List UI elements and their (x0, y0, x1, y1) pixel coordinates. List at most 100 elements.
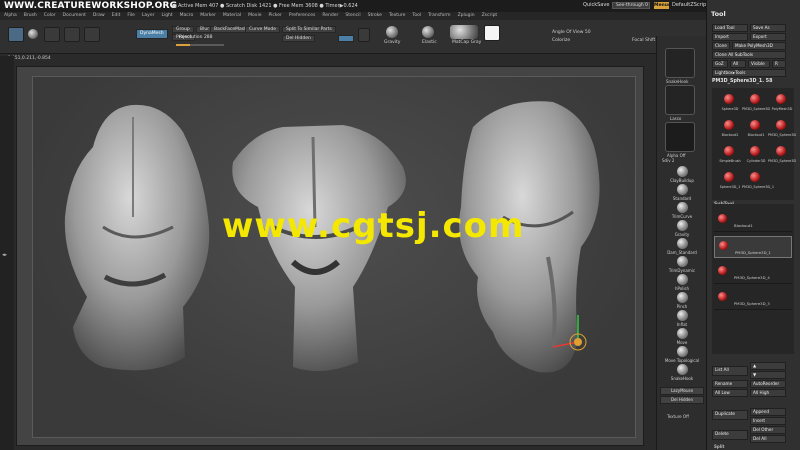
rotate-mode-button[interactable] (84, 27, 100, 42)
elastic-icon[interactable] (422, 26, 434, 38)
menu-item-marker[interactable]: Marker (200, 13, 216, 18)
move-mode-button[interactable] (44, 27, 60, 42)
dynamesh-button[interactable]: DynaMesh (136, 29, 168, 39)
move-up-button[interactable]: ▲ (750, 362, 786, 370)
menu-item-render[interactable]: Render (322, 13, 338, 18)
rename-button[interactable]: Rename (712, 380, 748, 388)
load-tool-button[interactable]: Load Tool (712, 24, 748, 32)
menu-item-stroke[interactable]: Stroke (368, 13, 382, 18)
menu-item-draw[interactable]: Draw (93, 13, 105, 18)
brush-move-topological[interactable]: Move Topological (660, 346, 704, 363)
brush-dam_standard[interactable]: Dam_Standard (660, 238, 704, 255)
goz-all-button[interactable]: All (730, 60, 746, 68)
all-high-button[interactable]: All High (750, 389, 786, 397)
tool-thumbnail[interactable]: PolyMesh3D (772, 94, 792, 111)
alpha-slot[interactable] (665, 122, 695, 152)
split-header[interactable]: Split (714, 444, 724, 449)
menu-item-material[interactable]: Material (223, 13, 241, 18)
lightbox-tools-button[interactable]: Lightbox▸Tools (712, 69, 786, 77)
save-as-button[interactable]: Save As (750, 24, 786, 32)
goz-button[interactable]: GoZ (712, 60, 728, 68)
tool-thumbnail[interactable]: PM3D_Sphere3D (768, 146, 796, 163)
brush-pinch[interactable]: Pinch (660, 292, 704, 309)
subtool-row[interactable]: PM3D_Sphere3D_1 (714, 236, 792, 258)
insert-button[interactable]: Insert (750, 417, 786, 425)
brush-hpolish[interactable]: hPolish (660, 274, 704, 291)
del-other-button[interactable]: Del Other (750, 426, 786, 434)
menu-item-alpha[interactable]: Alpha (4, 13, 17, 18)
menu-item-picker[interactable]: Picker (268, 13, 281, 18)
see-through-slider[interactable]: See-through 0 (612, 2, 650, 9)
brush-slot[interactable] (665, 48, 695, 78)
menu-item-color[interactable]: Color (44, 13, 56, 18)
color-swatch[interactable] (484, 25, 500, 41)
stop-button[interactable] (358, 28, 370, 42)
left-tray[interactable]: ◂▸ (0, 56, 14, 450)
default-zscript-button[interactable]: DefaultZScript (672, 2, 708, 8)
tool-thumbnail[interactable]: PM3D_Sphere3D_1 (742, 172, 774, 189)
duplicate-button[interactable]: Duplicate (712, 410, 748, 420)
quicksave-button[interactable]: QuickSave (583, 2, 609, 8)
menu-item-file[interactable]: File (127, 13, 135, 18)
brush-snakehook[interactable]: SnakeHook (660, 364, 704, 381)
brush-inflat[interactable]: Inflat (660, 310, 704, 327)
append-button[interactable]: Append (750, 408, 786, 416)
import-button[interactable]: Import (712, 33, 748, 41)
export-button[interactable]: Export (750, 33, 786, 41)
delete-button[interactable]: Delete (712, 430, 748, 440)
colorize-toggle[interactable]: Colorize (552, 38, 570, 43)
auto-reorder-button[interactable]: AutoReorder (750, 380, 786, 388)
current-tool-slider[interactable]: PM3D_Sphere3D_1. 58 (712, 79, 772, 84)
stroke-slot[interactable] (665, 85, 695, 115)
clone-all-subtools-button[interactable]: Clone All SubTools (712, 51, 786, 59)
menu-item-document[interactable]: Document (63, 13, 86, 18)
tool-thumbnail[interactable]: Blockout1 (746, 120, 764, 137)
tool-thumbnail[interactable]: SimpleBrush (719, 146, 741, 163)
menu-item-layer[interactable]: Layer (142, 13, 155, 18)
visible-button[interactable]: Visible (748, 60, 770, 68)
tool-thumbnail[interactable]: Sphere3D (720, 94, 738, 111)
creature-head-middle[interactable] (232, 125, 406, 371)
menu-item-brush[interactable]: Brush (24, 13, 37, 18)
gravity-icon[interactable] (386, 26, 398, 38)
brush-claybuildup[interactable]: ClayBuildup (660, 166, 704, 183)
menu-item-movie[interactable]: Movie (248, 13, 261, 18)
viewport[interactable] (32, 76, 636, 438)
brush-standard[interactable]: Standard (660, 184, 704, 201)
move-down-button[interactable]: ▼ (750, 371, 786, 379)
resolution-slider[interactable]: Resolution 288 (176, 35, 216, 42)
menu-item-transform[interactable]: Transform (428, 13, 450, 18)
edit-mode-button[interactable] (8, 27, 24, 42)
tool-thumbnail[interactable]: Blockout2 (720, 120, 738, 137)
menu-item-zscript[interactable]: Zscript (482, 13, 498, 18)
brush-trimcurve[interactable]: TrimCurve (660, 202, 704, 219)
lazymouse-toggle[interactable]: LazyMouse (660, 387, 704, 395)
tool-thumbnail[interactable]: Cylinder3D (746, 146, 765, 163)
group-toggle[interactable]: Group (172, 26, 194, 33)
menu-item-preferences[interactable]: Preferences (289, 13, 315, 18)
tray-arrow-icon[interactable]: ◂▸ (2, 252, 7, 258)
draw-mode-icon[interactable] (28, 29, 38, 39)
menu-item-macro[interactable]: Macro (180, 13, 194, 18)
texture-off-label[interactable]: Texture Off (667, 414, 689, 419)
brush-gravity[interactable]: Gravity (660, 220, 704, 237)
subtool-row[interactable]: PM3D_Sphere3D_3 (714, 288, 792, 310)
menu-item-light[interactable]: Light (161, 13, 172, 18)
all-low-button[interactable]: All Low (712, 389, 748, 397)
subtool-row[interactable]: Blockout1 (714, 210, 792, 232)
tool-thumbnail[interactable]: PM3D_Sphere3D (768, 120, 796, 137)
clone-button[interactable]: Clone (712, 42, 730, 50)
tool-thumbnail[interactable]: PM3D_Sphere3D (742, 94, 770, 111)
brush-del-hidden-button[interactable]: Del Hidden (660, 396, 704, 404)
brush-trimdynamic[interactable]: TrimDynamic (660, 256, 704, 273)
menu-item-texture[interactable]: Texture (389, 13, 405, 18)
matcap-gray-swatch[interactable] (450, 25, 478, 39)
tool-thumbnail[interactable]: Sphere3D_1 (720, 172, 740, 189)
menu-item-tool[interactable]: Tool (412, 13, 421, 18)
subtool-row[interactable]: PM3D_Sphere3D_4 (714, 262, 792, 284)
menus-button[interactable]: Menus (654, 2, 671, 9)
split-to-similar-parts-button[interactable]: Split To Similar Parts (282, 26, 336, 33)
del-hidden-button[interactable]: Del Hidden (282, 35, 315, 42)
menu-item-zplugin[interactable]: Zplugin (458, 13, 475, 18)
brush-move[interactable]: Move (660, 328, 704, 345)
